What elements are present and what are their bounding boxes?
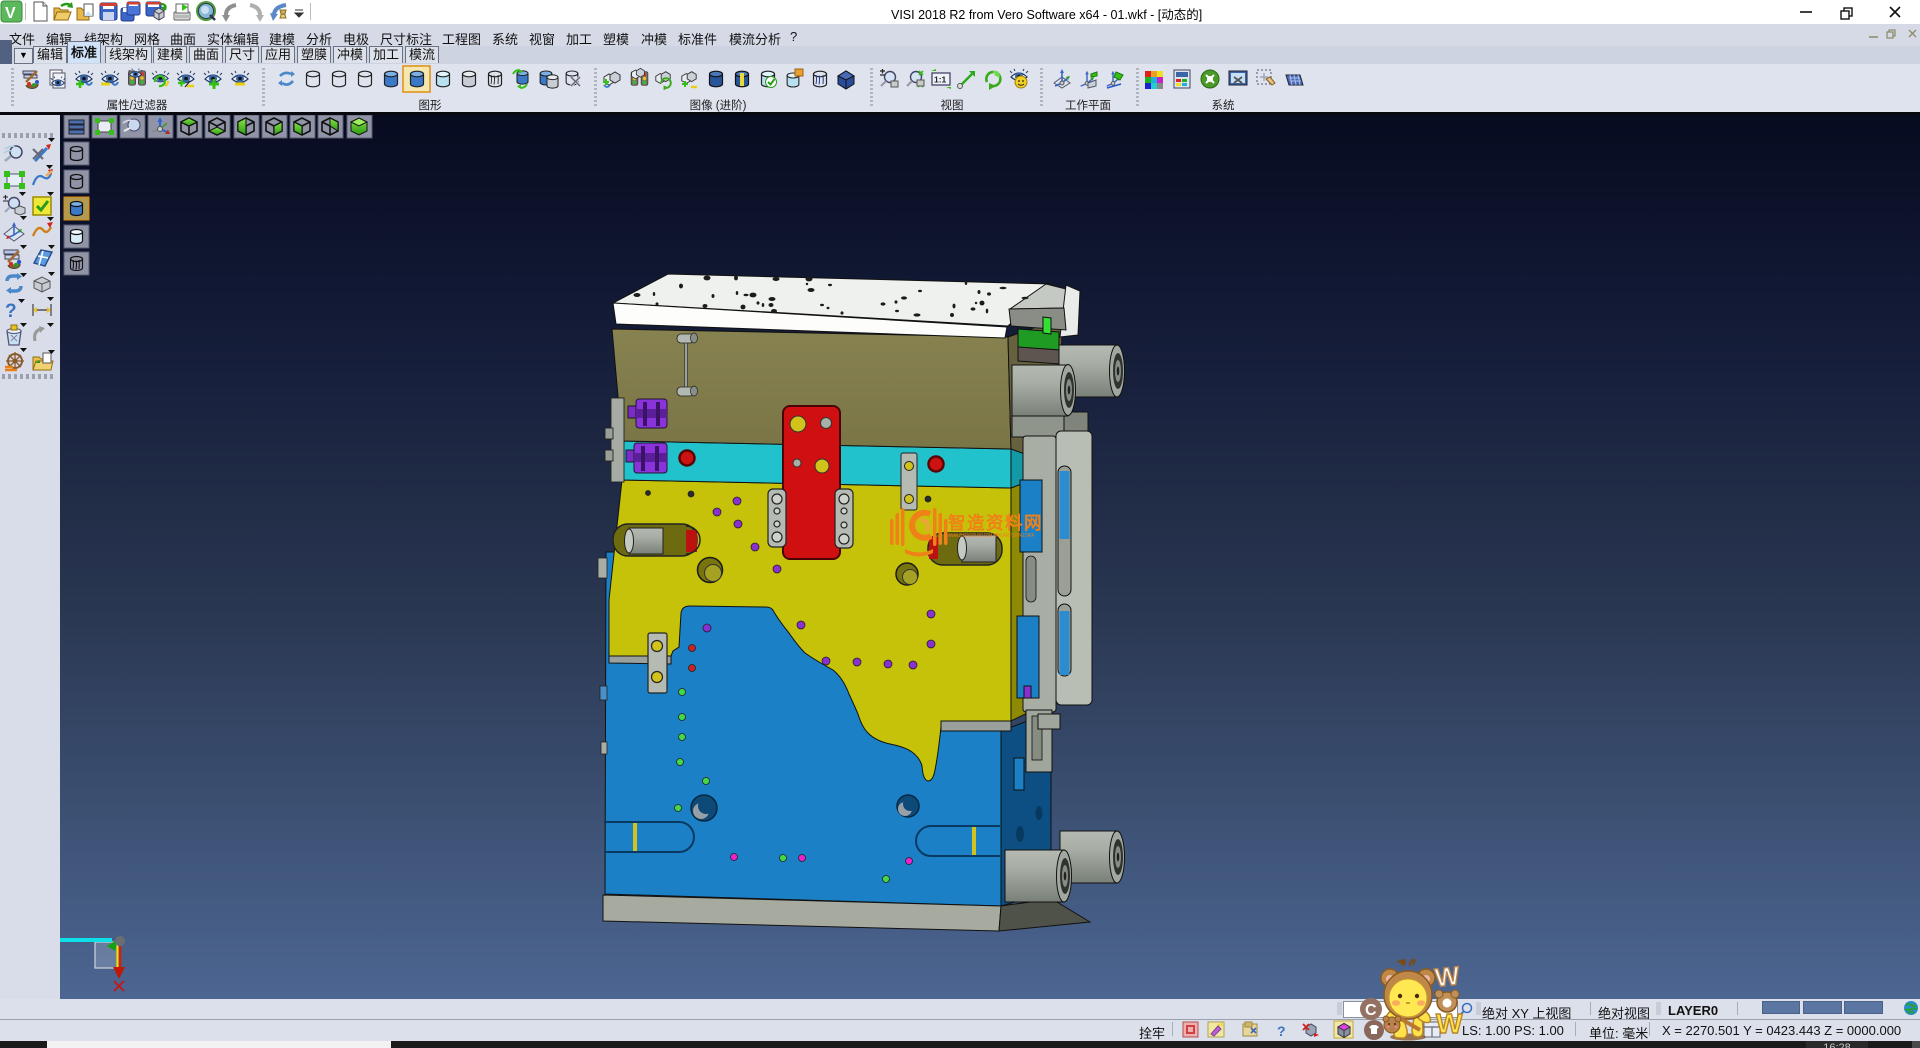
svg-text:C: C — [1365, 1002, 1377, 1019]
svg-text:WWW.ZHIZAOZILIAO.COM MANUFACTU: WWW.ZHIZAOZILIAO.COM MANUFACTURING DATA — [948, 533, 1034, 539]
svg-text:W: W — [1436, 1008, 1463, 1039]
svg-text:1:1: 1:1 — [934, 75, 947, 85]
svg-text:?: ? — [5, 301, 17, 322]
svg-text:W: W — [1433, 960, 1461, 992]
svg-text:智造资料网: 智造资料网 — [948, 513, 1043, 533]
svg-text:?: ? — [1277, 1023, 1286, 1039]
svg-text:V: V — [5, 5, 16, 22]
